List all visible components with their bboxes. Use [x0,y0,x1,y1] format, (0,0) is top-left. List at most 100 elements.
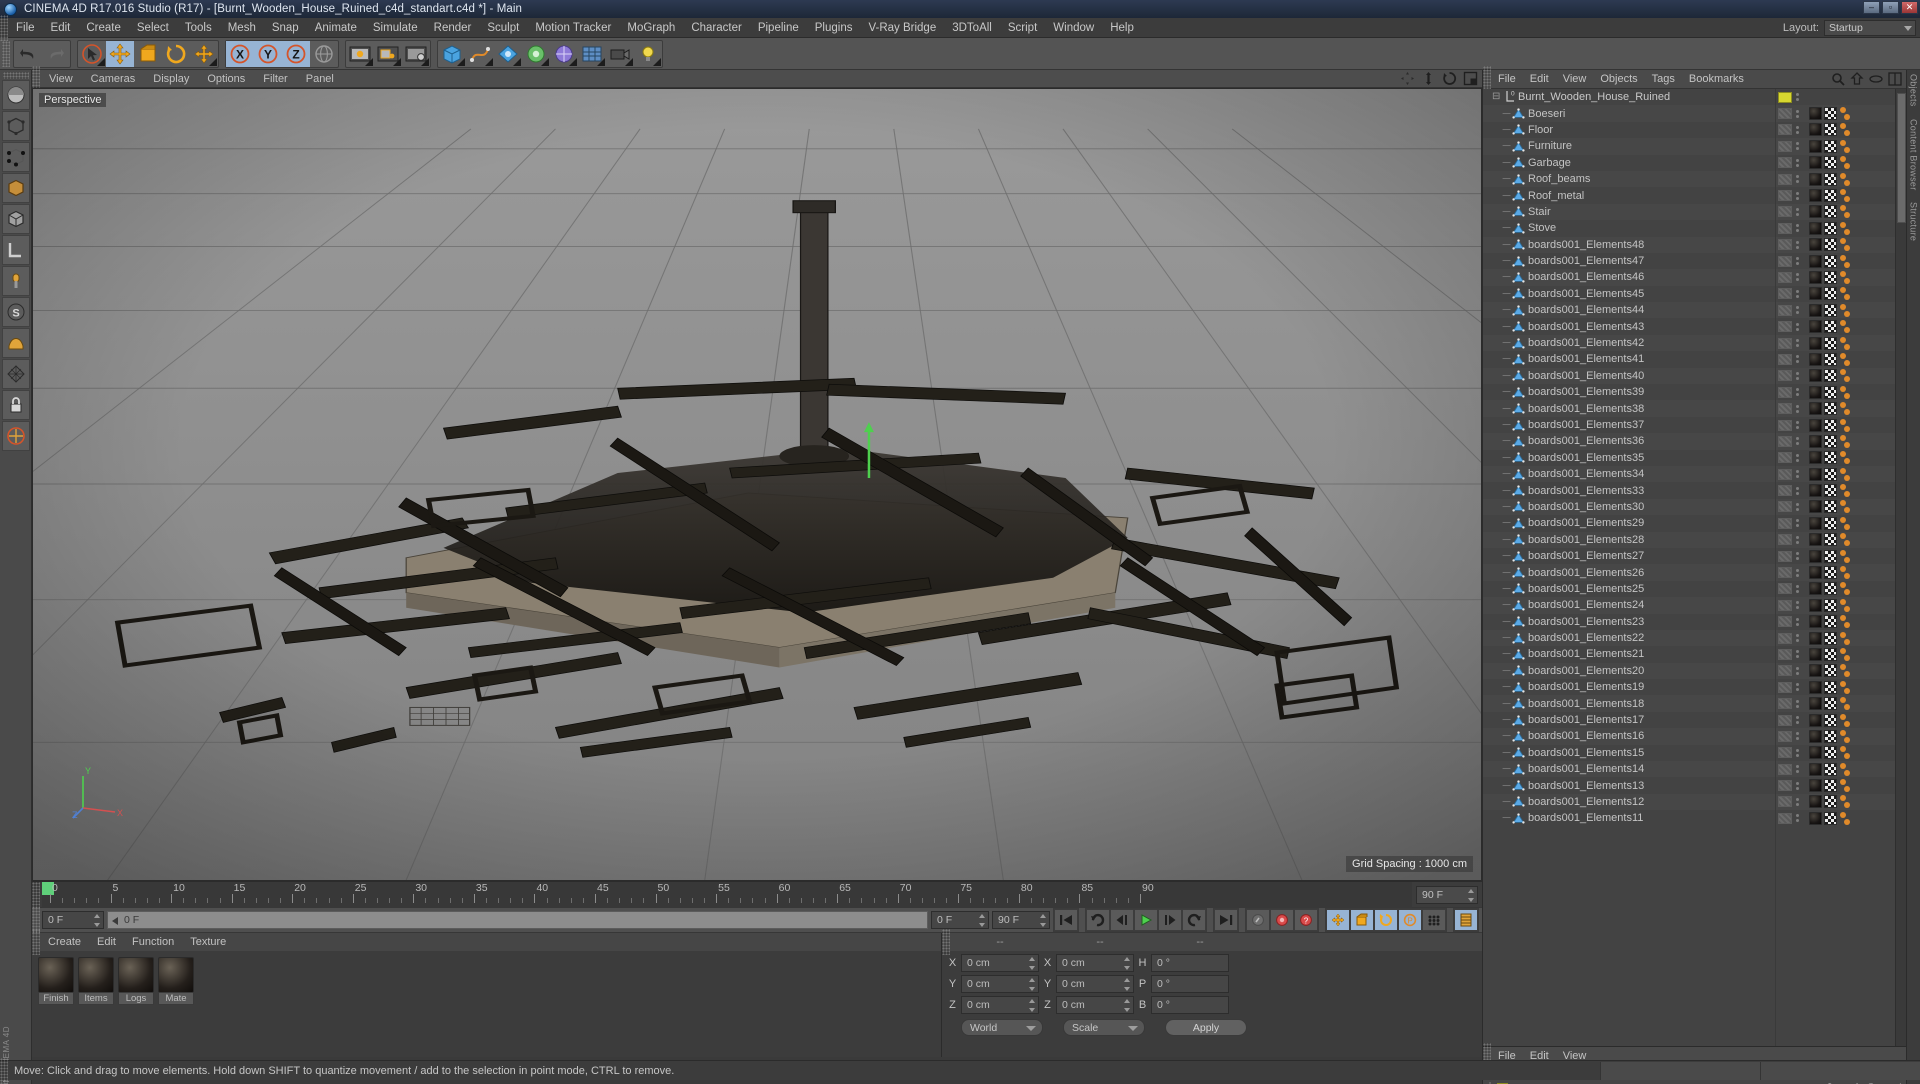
object-row[interactable]: ─boards001_Elements46 [1483,269,1775,285]
material-tag-icon[interactable] [1809,271,1822,284]
object-row[interactable]: ─Roof_beams [1483,171,1775,187]
layer-expression-toggle[interactable] [1878,1083,1892,1084]
phong-tag-icon[interactable] [1840,205,1846,211]
phong-tag-icon[interactable] [1840,140,1846,146]
generator-button[interactable] [494,41,522,67]
visibility-dots-icon[interactable] [1796,290,1799,298]
workplane-button[interactable] [2,328,30,358]
material-tag-icon[interactable] [1809,255,1822,268]
selection-tag-icon[interactable] [1844,294,1850,300]
selection-tag-icon[interactable] [1844,721,1850,727]
camera-button[interactable] [606,41,634,67]
3d-viewport[interactable]: Perspective [32,88,1482,881]
axis-x-button[interactable]: X [226,41,254,67]
material-preview-sphere[interactable] [38,957,74,993]
material-tag-icon[interactable] [1809,468,1822,481]
material-tag-icon[interactable] [1809,451,1822,464]
size-z-field[interactable]: 0 cm [1056,996,1134,1014]
visibility-dots-icon[interactable] [1796,765,1799,773]
layer-color-swatch[interactable] [1778,633,1792,644]
visibility-dots-icon[interactable] [1796,798,1799,806]
left-toolbar-grip[interactable] [3,72,29,79]
material-item[interactable]: Mate [158,957,194,1005]
object-menu-edit[interactable]: Edit [1523,73,1556,85]
layout-dropdown[interactable]: Startup [1824,20,1916,36]
key-point-button[interactable] [1422,909,1446,931]
menu-file[interactable]: File [8,18,43,38]
selection-tag-icon[interactable] [1844,130,1850,136]
uvw-tag-icon[interactable] [1824,386,1837,399]
visibility-dots-icon[interactable] [1796,437,1799,445]
phong-tag-icon[interactable] [1840,156,1846,162]
material-tag-icon[interactable] [1809,402,1822,415]
selection-tag-icon[interactable] [1844,540,1850,546]
visibility-dots-icon[interactable] [1796,519,1799,527]
object-row[interactable]: ─boards001_Elements23 [1483,614,1775,630]
layer-solo-toggle[interactable] [1766,1083,1780,1084]
layer-color-swatch[interactable] [1778,190,1792,201]
material-tag-icon[interactable] [1809,386,1822,399]
selection-tag-icon[interactable] [1844,524,1850,530]
record-button[interactable] [1270,909,1294,931]
object-row[interactable]: ─boards001_Elements38 [1483,400,1775,416]
axis-lock-button[interactable] [2,235,30,265]
timeline-end-frame-field[interactable]: 90 F [1416,886,1478,904]
selection-tag-icon[interactable] [1844,589,1850,595]
layout-icon[interactable] [1888,72,1902,86]
visibility-dots-icon[interactable] [1796,339,1799,347]
enable-axis-button[interactable] [2,266,30,296]
selection-tag-icon[interactable] [1844,376,1850,382]
phong-tag-icon[interactable] [1840,353,1846,359]
material-tag-icon[interactable] [1809,648,1822,661]
layer-color-swatch[interactable] [1778,731,1792,742]
polygon-mode-button[interactable] [2,204,30,234]
menu-mograph[interactable]: MoGraph [619,18,683,38]
visibility-dots-icon[interactable] [1796,355,1799,363]
selection-tag-icon[interactable] [1844,671,1850,677]
selection-tag-icon[interactable] [1844,622,1850,628]
visibility-dots-icon[interactable] [1796,700,1799,708]
ellipse-icon[interactable] [1869,72,1883,86]
axis-z-button[interactable]: Z [282,41,310,67]
material-tag-icon[interactable] [1809,517,1822,530]
uvw-tag-icon[interactable] [1824,763,1837,776]
menu-script[interactable]: Script [1000,18,1045,38]
uvw-tag-icon[interactable] [1824,238,1837,251]
material-tag-icon[interactable] [1809,730,1822,743]
key-scale-button[interactable] [1350,909,1374,931]
layer-color-swatch[interactable] [1778,108,1792,119]
visibility-dots-icon[interactable] [1796,454,1799,462]
layer-color-swatch[interactable] [1778,403,1792,414]
viewport-menu-view[interactable]: View [40,70,82,88]
spinner-icon[interactable] [1040,914,1047,927]
deformer-button[interactable] [522,41,550,67]
menu-create[interactable]: Create [78,18,129,38]
snap-button[interactable]: S [2,297,30,327]
uvw-tag-icon[interactable] [1824,353,1837,366]
uvw-tag-icon[interactable] [1824,255,1837,268]
go-to-start-button[interactable] [1054,909,1078,931]
visibility-dots-icon[interactable] [1796,306,1799,314]
grid-snap-button[interactable] [2,359,30,389]
material-item[interactable]: Items [78,957,114,1005]
selection-tag-icon[interactable] [1844,573,1850,579]
selection-tag-icon[interactable] [1844,393,1850,399]
object-row[interactable]: ─Stove [1483,220,1775,236]
layer-color-swatch[interactable] [1778,551,1792,562]
material-tag-icon[interactable] [1809,484,1822,497]
step-back-button[interactable] [1110,909,1134,931]
uvw-tag-icon[interactable] [1824,402,1837,415]
layer-color-swatch[interactable] [1778,420,1792,431]
material-menu-create[interactable]: Create [40,936,89,948]
phong-tag-icon[interactable] [1840,337,1846,343]
edge-tab-content-browser[interactable]: Content Browser [1909,119,1919,191]
material-tag-icon[interactable] [1809,615,1822,628]
preview-end-field[interactable]: 90 F [992,911,1050,929]
layer-color-swatch[interactable] [1778,469,1792,480]
uvw-tag-icon[interactable] [1824,484,1837,497]
uvw-tag-icon[interactable] [1824,664,1837,677]
visibility-dots-icon[interactable] [1796,552,1799,560]
selection-tag-icon[interactable] [1844,442,1850,448]
preview-start-field[interactable]: 0 F [931,911,989,929]
object-row[interactable]: ─boards001_Elements17 [1483,712,1775,728]
